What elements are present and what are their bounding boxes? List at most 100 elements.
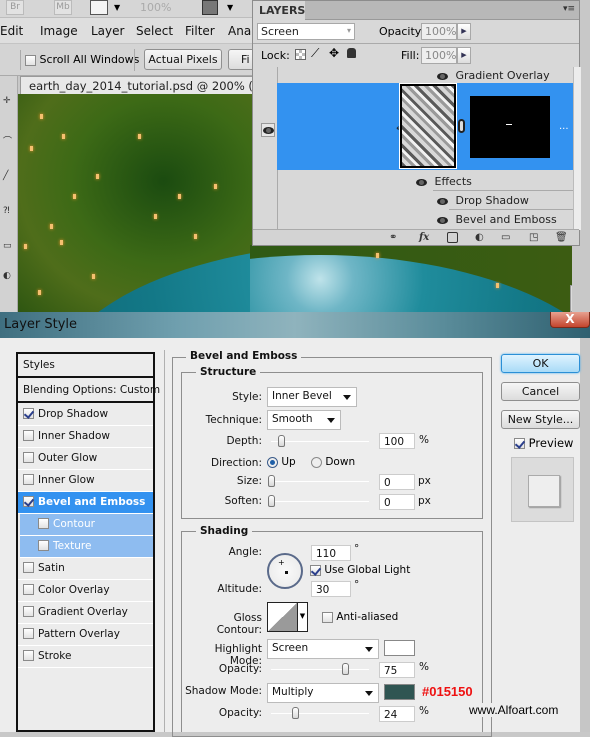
document-canvas-right[interactable] xyxy=(250,245,572,312)
angle-input[interactable]: 110 xyxy=(311,545,351,561)
blend-mode-select[interactable]: Screen ▾ xyxy=(257,23,355,40)
checkbox-icon[interactable] xyxy=(23,495,34,507)
arrange-documents-icon[interactable] xyxy=(202,0,218,15)
link-layers-icon[interactable]: ⚭ xyxy=(389,232,397,243)
radio-icon[interactable] xyxy=(311,456,322,468)
menu-analysis[interactable]: Anal xyxy=(228,24,255,38)
eraser-tool-icon[interactable]: ▭ xyxy=(3,241,12,251)
scrollbar-thumb[interactable] xyxy=(570,285,572,312)
soften-slider[interactable] xyxy=(268,495,369,507)
cancel-button[interactable]: Cancel xyxy=(501,382,580,401)
panel-menu-icon[interactable]: ▾≡ xyxy=(563,4,575,14)
size-slider[interactable] xyxy=(268,475,369,487)
fill-slider-toggle[interactable]: ▶ xyxy=(457,47,471,64)
styles-header[interactable]: Styles xyxy=(18,354,153,378)
checkbox-icon[interactable] xyxy=(23,407,34,419)
highlight-color-swatch[interactable] xyxy=(384,640,415,656)
lock-paint-icon[interactable]: ⟋ xyxy=(311,46,319,61)
shadow-opacity-slider[interactable] xyxy=(271,707,369,719)
checkbox-icon[interactable] xyxy=(23,649,34,661)
shadow-mode-select[interactable]: Multiply xyxy=(267,683,379,703)
direction-up-radio[interactable]: Up xyxy=(267,456,296,468)
depth-slider[interactable] xyxy=(271,435,369,447)
screen-mode-icon[interactable] xyxy=(90,0,108,15)
selected-layer-row[interactable]: ↲ ... xyxy=(277,83,573,170)
angle-dial[interactable]: + xyxy=(267,553,303,589)
style-item-texture[interactable]: Texture xyxy=(20,536,153,558)
checkbox-icon[interactable] xyxy=(310,564,321,576)
eye-icon[interactable] xyxy=(437,216,448,224)
altitude-input[interactable]: 30 xyxy=(311,581,351,597)
style-item-drop-shadow[interactable]: Drop Shadow xyxy=(18,404,153,426)
lock-all-icon[interactable] xyxy=(347,48,356,58)
ok-button[interactable]: OK xyxy=(501,354,580,373)
blending-options-item[interactable]: Blending Options: Custom xyxy=(18,379,160,403)
opacity-slider-toggle[interactable]: ▶ xyxy=(457,23,471,40)
style-item-outer-glow[interactable]: Outer Glow xyxy=(18,448,153,470)
checkbox-icon[interactable] xyxy=(514,438,525,449)
style-item-pattern-overlay[interactable]: Pattern Overlay xyxy=(18,624,153,646)
fx-icon[interactable]: fx xyxy=(419,232,429,243)
actual-pixels-button[interactable]: Actual Pixels xyxy=(144,49,222,70)
menu-edit[interactable]: Edit xyxy=(0,24,23,38)
checkbox-icon[interactable] xyxy=(23,627,34,639)
direction-down-radio[interactable]: Down xyxy=(311,456,355,468)
shadow-opacity-thumb[interactable] xyxy=(291,707,299,719)
stamp-tool-icon[interactable]: ⁈ xyxy=(3,206,10,216)
style-item-color-overlay[interactable]: Color Overlay xyxy=(18,580,153,602)
style-item-contour[interactable]: Contour xyxy=(20,514,153,536)
blur-tool-icon[interactable]: ◐ xyxy=(3,271,11,281)
checkbox-icon[interactable] xyxy=(38,517,49,529)
gloss-contour-picker[interactable] xyxy=(267,602,298,632)
layer-visibility-toggle[interactable] xyxy=(261,123,275,137)
effect-row-drop-shadow[interactable]: Drop Shadow xyxy=(437,194,529,207)
checkbox-icon[interactable] xyxy=(23,473,34,485)
checkbox-icon[interactable] xyxy=(38,539,49,551)
highlight-mode-select[interactable]: Screen xyxy=(267,639,379,659)
new-layer-icon[interactable]: ◳ xyxy=(529,232,538,243)
opacity-field[interactable]: 100% xyxy=(421,23,457,40)
move-tool-icon[interactable]: ✛ xyxy=(3,96,11,106)
depth-input[interactable]: 100 xyxy=(379,433,415,449)
style-item-inner-glow[interactable]: Inner Glow xyxy=(18,470,153,492)
mini-bridge-button[interactable]: Mb xyxy=(54,0,72,15)
shadow-opacity-input[interactable]: 24 xyxy=(379,706,415,722)
lasso-tool-icon[interactable]: ⌒ xyxy=(3,134,12,147)
document-canvas[interactable] xyxy=(18,94,260,312)
soften-input[interactable]: 0 xyxy=(379,494,415,510)
checkbox-icon[interactable] xyxy=(25,54,36,66)
preview-checkbox[interactable]: Preview xyxy=(514,436,573,450)
style-item-bevel-and-emboss[interactable]: Bevel and Emboss xyxy=(18,492,153,514)
dropdown-caret-icon[interactable]: ▼ xyxy=(227,3,233,12)
effect-row-bevel-emboss[interactable]: Bevel and Emboss xyxy=(437,213,557,226)
menu-layer[interactable]: Layer xyxy=(91,24,124,38)
menu-select[interactable]: Select xyxy=(136,24,173,38)
checkbox-icon[interactable] xyxy=(23,605,34,617)
use-global-light-checkbox[interactable]: Use Global Light xyxy=(310,564,410,576)
soften-slider-thumb[interactable] xyxy=(268,495,275,507)
new-group-icon[interactable]: ▭ xyxy=(501,232,510,243)
menu-filter[interactable]: Filter xyxy=(185,24,215,38)
effects-row[interactable]: Effects xyxy=(416,175,472,188)
lock-transparency-icon[interactable] xyxy=(295,49,306,60)
brush-tool-icon[interactable]: ╱ xyxy=(3,171,8,181)
layer-mask-thumbnail[interactable] xyxy=(470,96,550,158)
document-tab[interactable]: earth_day_2014_tutorial.psd @ 200% (Ice0… xyxy=(20,76,260,94)
close-button[interactable]: X xyxy=(550,312,590,328)
menu-image[interactable]: Image xyxy=(40,24,78,38)
link-icon[interactable] xyxy=(458,119,465,133)
checkbox-icon[interactable] xyxy=(322,611,333,623)
eye-icon[interactable] xyxy=(437,197,448,205)
size-slider-thumb[interactable] xyxy=(268,475,275,487)
checkbox-icon[interactable] xyxy=(23,583,34,595)
add-mask-icon[interactable] xyxy=(447,232,458,243)
new-style-button[interactable]: New Style... xyxy=(501,410,580,429)
checkbox-icon[interactable] xyxy=(23,561,34,573)
checkbox-icon[interactable] xyxy=(23,429,34,441)
gloss-contour-dropdown[interactable]: ▼ xyxy=(298,602,308,632)
anti-aliased-checkbox[interactable]: Anti-aliased xyxy=(322,611,398,623)
style-item-stroke[interactable]: Stroke xyxy=(18,646,153,668)
style-item-gradient-overlay[interactable]: Gradient Overlay xyxy=(18,602,153,624)
dropdown-caret-icon[interactable]: ▼ xyxy=(114,3,120,12)
eye-icon[interactable] xyxy=(437,72,448,80)
